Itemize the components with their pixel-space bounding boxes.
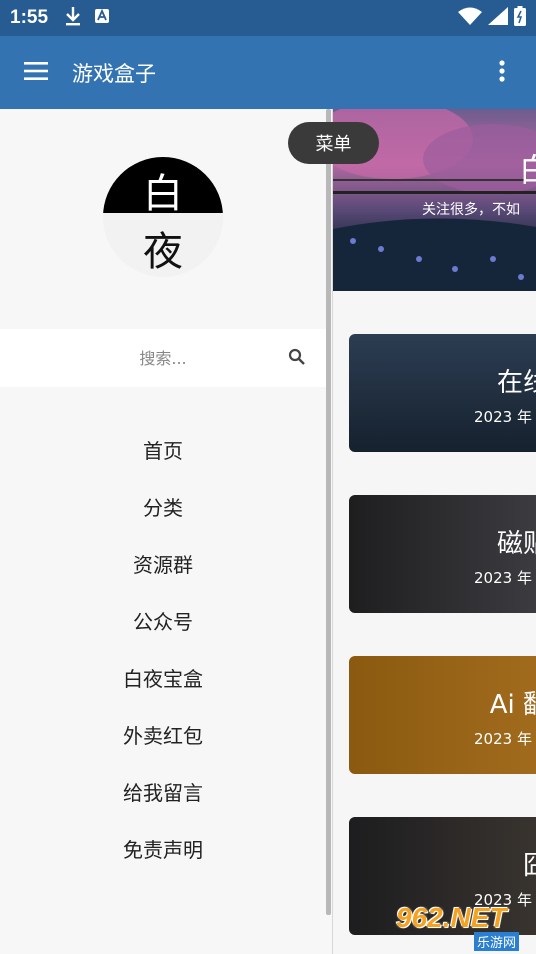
nav-item-delivery-coupon[interactable]: 外卖红包: [0, 706, 326, 763]
app-bar: 游戏盒子: [0, 36, 536, 109]
watermark-subtext: 乐游网: [474, 932, 520, 951]
battery-icon: [514, 6, 526, 30]
nav-item-resource-group[interactable]: 资源群: [0, 535, 326, 592]
card-date: 2023 年: [474, 730, 532, 748]
app-title: 游戏盒子: [72, 61, 156, 86]
navigation-drawer: 白 夜 首页 分类 资源群 公众号 白夜宝盒 外卖红包 给我留言 免责声明: [0, 109, 333, 954]
more-options-button[interactable]: [468, 36, 536, 109]
search-icon[interactable]: [288, 348, 306, 370]
card-title: 磁贴: [496, 529, 536, 559]
menu-tooltip: 菜单: [288, 122, 379, 164]
nav-item-disclaimer[interactable]: 免责声明: [0, 820, 326, 877]
nav-item-leave-message[interactable]: 给我留言: [0, 763, 326, 820]
avatar[interactable]: 白 夜: [103, 157, 223, 277]
nav-item-baiye-box[interactable]: 白夜宝盒: [0, 649, 326, 706]
drawer-header: 白 夜: [0, 109, 326, 329]
wifi-icon: [458, 7, 482, 29]
card-date: 2023 年: [474, 408, 532, 426]
drawer-nav: 首页 分类 资源群 公众号 白夜宝盒 外卖红包 给我留言 免责声明: [0, 421, 326, 877]
search-bar: [0, 329, 326, 387]
card-title: 在线: [496, 368, 536, 398]
site-watermark: 962.NET 乐游网: [396, 902, 532, 951]
nav-item-official-account[interactable]: 公众号: [0, 592, 326, 649]
card-title: Ai 翻: [489, 690, 536, 720]
main-content: 白 关注很多，不如 在线 2023 年 磁贴 2023 年 Ai 翻 2023 …: [333, 109, 536, 954]
nav-item-home[interactable]: 首页: [0, 421, 326, 478]
more-vertical-icon: [499, 59, 505, 86]
article-card[interactable]: 磁贴 2023 年: [349, 495, 536, 613]
drawer-scrollbar[interactable]: [326, 109, 331, 915]
download-icon: [64, 6, 82, 30]
status-bar: 1:55: [0, 0, 536, 36]
card-date: 2023 年: [474, 569, 532, 587]
watermark-text: 962.NET: [396, 902, 507, 933]
app-notification-icon: [94, 8, 110, 28]
banner-subtitle: 关注很多，不如: [422, 202, 520, 218]
nav-item-categories[interactable]: 分类: [0, 478, 326, 535]
avatar-char: 夜: [143, 229, 183, 275]
hamburger-icon: [24, 61, 48, 84]
status-time: 1:55: [10, 7, 49, 28]
article-card[interactable]: 在线 2023 年: [349, 334, 536, 452]
avatar-char: 白: [143, 171, 183, 217]
article-card[interactable]: Ai 翻 2023 年: [349, 656, 536, 774]
menu-button[interactable]: [0, 36, 72, 109]
banner-title: 白: [519, 151, 536, 189]
search-input[interactable]: [73, 348, 253, 368]
signal-icon: [488, 7, 508, 29]
card-title: 囧: [522, 851, 536, 881]
